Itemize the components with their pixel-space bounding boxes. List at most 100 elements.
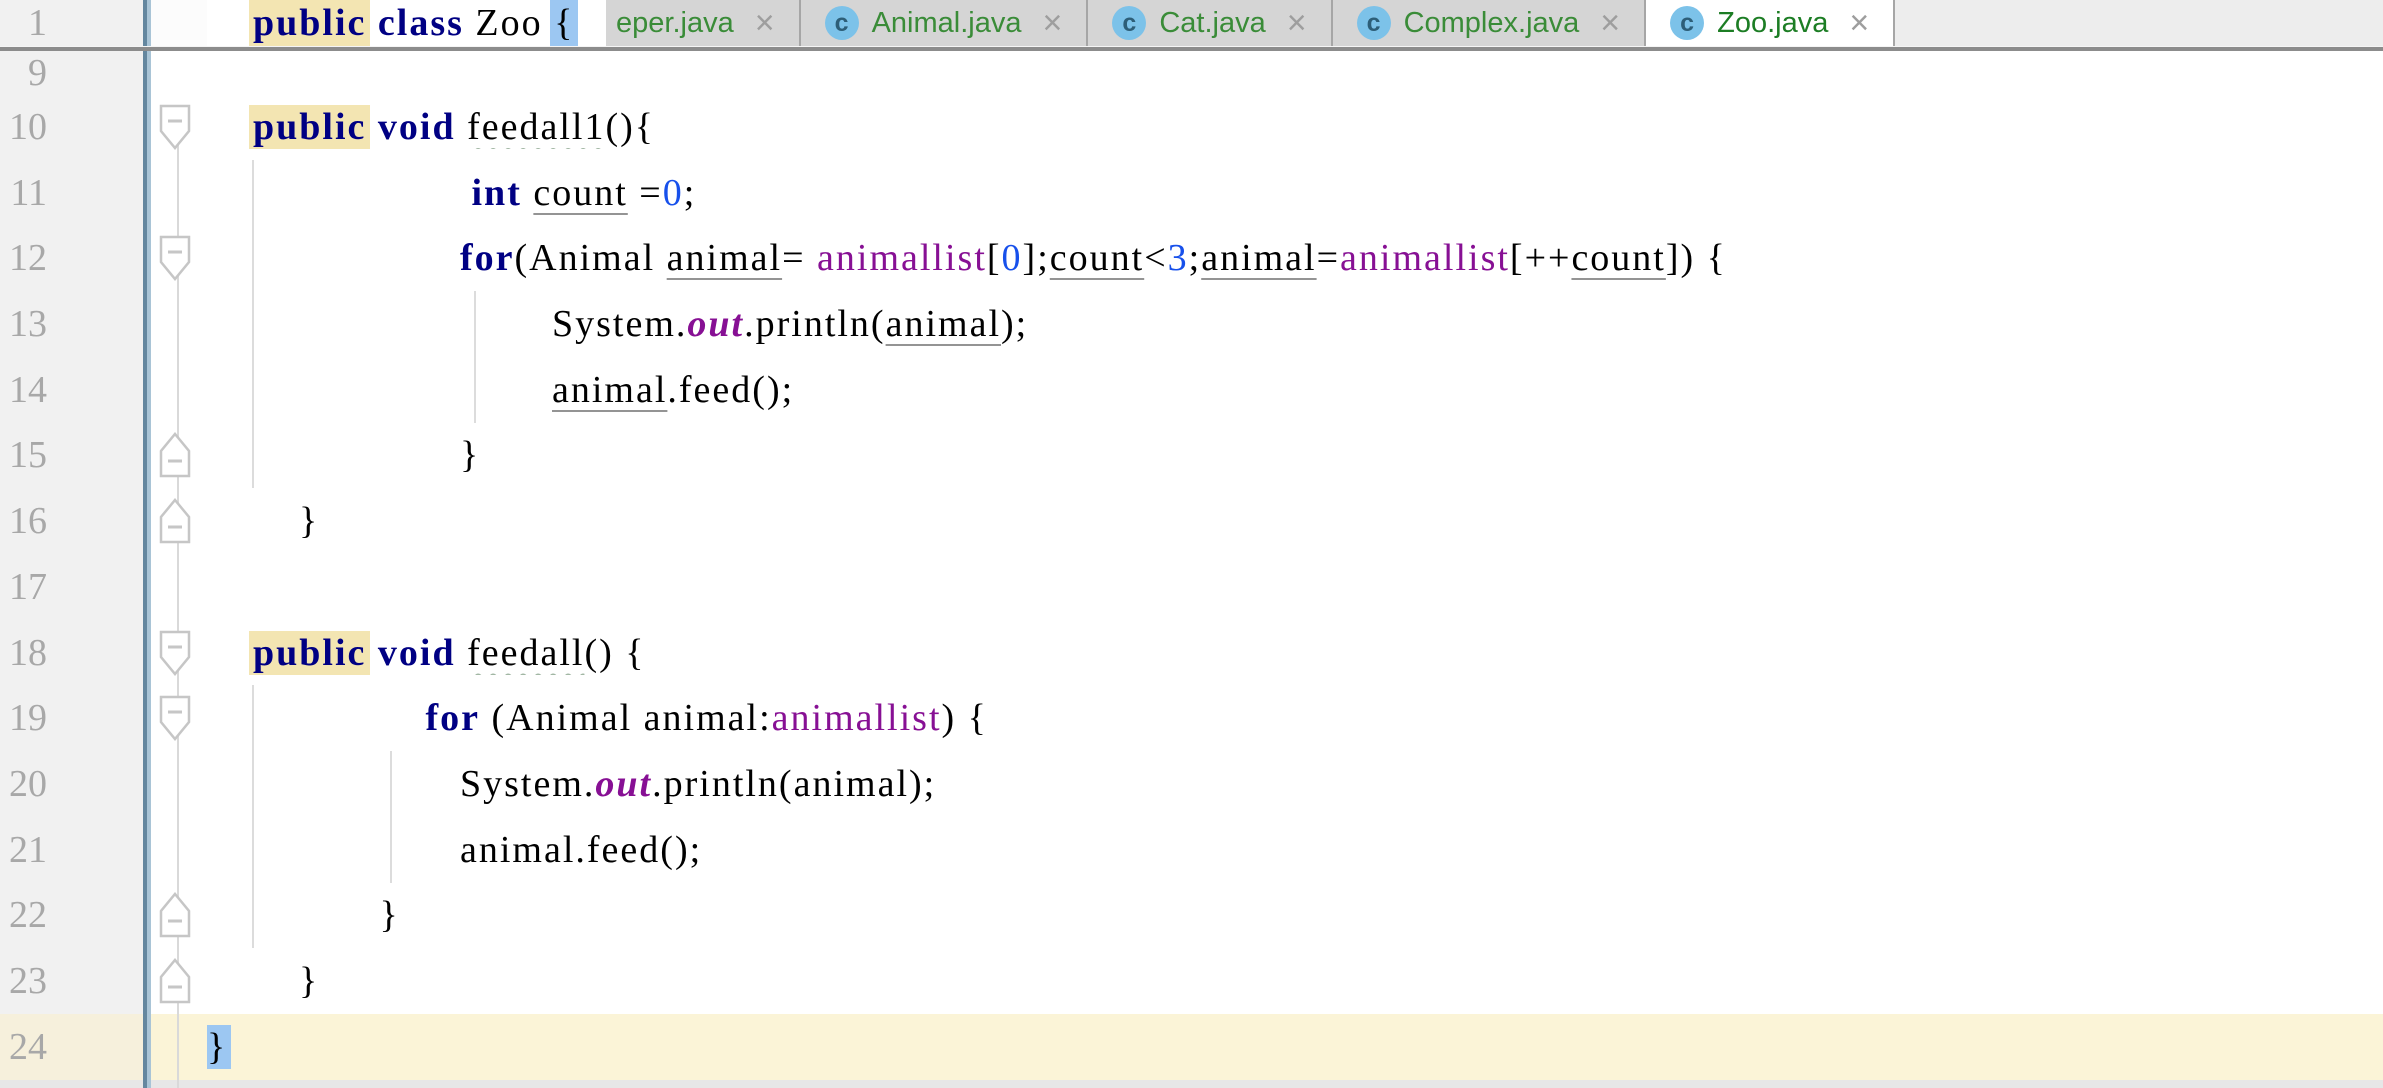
line-number[interactable]: 17	[0, 565, 143, 609]
line-number[interactable]: 16	[0, 499, 143, 543]
line-number[interactable]: 14	[0, 368, 143, 412]
code-text[interactable]: System.out.println(animal);	[207, 302, 2383, 346]
close-icon[interactable]: ×	[1849, 6, 1869, 40]
code-token: animallist	[817, 237, 987, 280]
code-line-24: 24}	[0, 1014, 2383, 1080]
code-token: out	[687, 303, 745, 346]
line-number[interactable]: 22	[0, 893, 143, 937]
line-number[interactable]: 15	[0, 433, 143, 477]
code-text[interactable]: }	[207, 1025, 2383, 1069]
line-number[interactable]: 24	[0, 1025, 143, 1069]
code-token: (){	[605, 105, 656, 148]
fold-collapse-end-icon[interactable]	[143, 432, 207, 478]
code-token: feedall	[467, 631, 585, 674]
fold-collapse-end-icon[interactable]	[143, 498, 207, 544]
code-token: 0	[662, 171, 684, 214]
line-number[interactable]: 10	[0, 105, 143, 149]
fold-gutter	[151, 0, 207, 46]
line-number[interactable]: 11	[0, 171, 143, 215]
line-number[interactable]: 13	[0, 302, 143, 346]
code-line-13: 13 System.out.println(animal);	[0, 291, 2383, 357]
code-token: ;	[1188, 237, 1202, 280]
code-token: count	[533, 171, 628, 214]
code-token: System.	[460, 763, 596, 806]
tab-eper.java[interactable]: eper.java ×	[606, 0, 801, 46]
code-token: public	[253, 631, 367, 674]
line-number[interactable]: 1	[0, 0, 143, 46]
code-token: (Animal animal:	[480, 697, 772, 740]
java-class-icon: c	[1112, 6, 1147, 40]
code-text[interactable]: System.out.println(animal);	[207, 762, 2383, 806]
fold-collapse-start-icon[interactable]	[143, 630, 207, 676]
code-token: Zoo	[463, 2, 555, 44]
tab-Animal.java[interactable]: c Animal.java ×	[800, 0, 1089, 46]
code-token: animal	[1201, 237, 1317, 280]
line-number[interactable]: 12	[0, 236, 143, 280]
vcs-change-bar	[143, 0, 151, 46]
line-number[interactable]: 21	[0, 828, 143, 872]
code-token: animal	[666, 237, 783, 280]
code-text[interactable]: animal.feed();	[207, 828, 2383, 872]
close-icon[interactable]: ×	[1287, 6, 1307, 40]
fold-collapse-end-icon[interactable]	[143, 958, 207, 1004]
tab-Complex.java[interactable]: c Complex.java ×	[1332, 0, 1647, 46]
code-line-23: 23 }	[0, 948, 2383, 1014]
code-token: animal.feed();	[460, 828, 703, 871]
code-token: public	[253, 105, 367, 148]
code-token: 3	[1167, 237, 1189, 280]
line-number[interactable]: 18	[0, 631, 143, 675]
code-text[interactable]: animal.feed();	[207, 368, 2383, 412]
code-text[interactable]: }	[207, 959, 2383, 1003]
java-class-icon: c	[824, 6, 859, 40]
sticky-code-line[interactable]: public class Zoo {	[207, 0, 606, 46]
line-number[interactable]: 9	[0, 51, 143, 95]
code-token: );	[1001, 303, 1029, 346]
code-token: .println(animal);	[652, 763, 937, 806]
code-text[interactable]: }	[207, 433, 2383, 477]
fold-collapse-start-icon[interactable]	[143, 235, 207, 282]
java-class-icon: c	[1670, 6, 1705, 40]
code-editor[interactable]: 9 10 public void feedall1(){ 11 int count …	[0, 51, 2383, 1088]
code-line-12: 12 for(Animal animal= animallist[0];coun…	[0, 225, 2383, 291]
code-text[interactable]: public void feedall1(){	[207, 105, 2383, 149]
code-text[interactable]: for(Animal animal= animallist[0];count<3…	[207, 236, 2383, 280]
fold-collapse-end-icon[interactable]	[143, 892, 207, 938]
code-token: }	[207, 1025, 228, 1068]
code-token: [	[986, 237, 1002, 280]
line-number[interactable]: 19	[0, 696, 143, 740]
fold-collapse-start-icon[interactable]	[143, 695, 207, 742]
close-icon[interactable]: ×	[1600, 6, 1620, 40]
tab-Zoo.java[interactable]: c Zoo.java ×	[1646, 0, 1896, 46]
code-token: animal	[552, 368, 668, 411]
code-text[interactable]: for (Animal animal:animallist) {	[207, 696, 2383, 740]
code-token: animal	[885, 303, 1001, 346]
tab-label: eper.java	[616, 6, 734, 39]
close-icon[interactable]: ×	[755, 6, 775, 40]
code-token: =	[782, 237, 818, 280]
code-token: .feed();	[667, 368, 795, 411]
code-text[interactable]: }	[207, 893, 2383, 937]
code-token: () {	[584, 631, 646, 674]
tab-label: Zoo.java	[1717, 6, 1829, 39]
line-number[interactable]: 20	[0, 762, 143, 806]
close-icon[interactable]: ×	[1042, 6, 1062, 40]
editor-header: 1 public class Zoo { eper.java × c Animal.j…	[0, 0, 2383, 46]
code-token: .println(	[744, 303, 886, 346]
code-text[interactable]: }	[207, 499, 2383, 543]
code-token: <	[1144, 237, 1168, 280]
code-text[interactable]: int count =0;	[207, 171, 2383, 215]
code-token: [++	[1509, 237, 1572, 280]
fold-collapse-start-icon[interactable]	[143, 104, 207, 150]
tab-Cat.java[interactable]: c Cat.java ×	[1088, 0, 1333, 46]
line-number[interactable]: 23	[0, 959, 143, 1003]
code-text[interactable]: public void feedall() {	[207, 631, 2383, 675]
